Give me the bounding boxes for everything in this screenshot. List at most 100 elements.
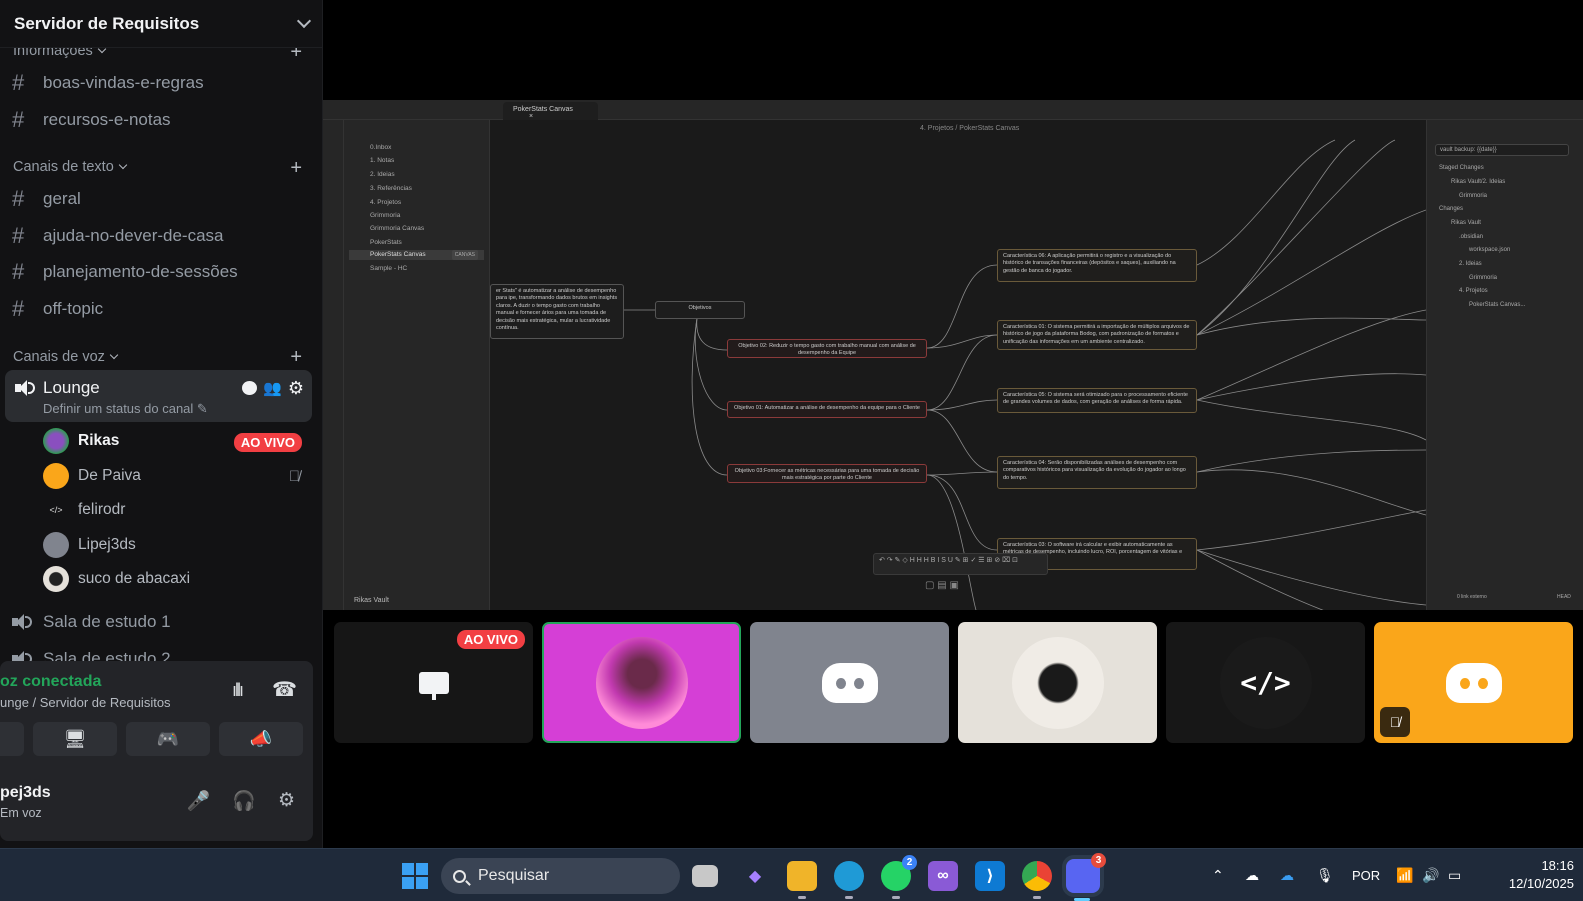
hash-icon: # [12,259,25,284]
voice-user[interactable]: suco de abacaxi [43,564,190,594]
voice-location: unge / Servidor de Requisitos [0,695,171,710]
voice-panel: oz conectada unge / Servidor de Requisit… [0,661,313,841]
discord-logo-icon [821,662,878,703]
avatar [595,636,688,729]
avatar [1011,636,1104,729]
discord-logo-icon [1445,662,1502,703]
category-text[interactable]: Canais de texto [13,159,128,175]
microphone-icon[interactable]: 🎙 [1316,849,1334,901]
add-channel-icon[interactable]: + [290,158,302,178]
channel-status[interactable]: Definir um status do canal ✎ [43,401,208,417]
chat-icon[interactable] [242,381,258,395]
invite-icon[interactable]: 👥 [263,379,282,397]
channel-boas-vindas[interactable]: # boas-vindas-e-regras [12,67,204,99]
canvas-node[interactable]: Objetivo 03:Fornecer as métricas necessá… [727,464,927,483]
canvas-node[interactable]: er Stats" é automatizar a análise de des… [490,284,624,339]
canvas-node[interactable]: Característica 05: O sistema será otimiz… [997,388,1197,413]
tile-lipej3ds[interactable] [750,622,949,743]
file-item-selected[interactable]: PokerStats Canvas CANVAS [349,250,484,260]
disconnect-icon[interactable]: ☎ [272,677,297,702]
canvas-view[interactable]: 4. Projetos / PokerStats Canvas er Stats… [490,120,1426,610]
commit-message-input[interactable]: vault backup: {{date}} [1435,144,1569,156]
tile-felirodr[interactable]: </> [1166,622,1365,743]
discord-icon[interactable]: 3 [1066,853,1106,901]
camera-button[interactable] [0,722,24,756]
activities-button[interactable]: 🎮 [126,722,210,756]
speaker-icon [15,379,35,397]
visual-studio-icon[interactable]: ∞ [928,861,958,891]
canvas-node[interactable]: Característica 04: Serão disponibilizada… [997,456,1197,489]
canvas-format-toolbar[interactable]: ↶ ↷ ✎ ◇ H H H B I S U ✎ ⊞ ✓ ☰ ⊞ ⊘ ⌧ ⊡ [873,553,1048,575]
copilot-icon[interactable]: ◆ [740,861,770,891]
voice-channel-lounge[interactable]: Lounge Definir um status do canal ✎ 👥 ⚙ [5,370,312,422]
battery-icon[interactable]: ▭ [1448,849,1461,901]
voice-user[interactable]: </> felirodr [43,495,125,525]
server-header[interactable]: Servidor de Requisitos [0,0,322,48]
soundboard-button[interactable]: 📣 [219,722,303,756]
voice-user[interactable]: Rikas [43,426,119,456]
file-item[interactable]: Grimmoria Canvas [370,225,424,232]
avatar [43,532,69,558]
screen-share-button[interactable]: 🖥 [33,722,117,756]
tile-rikas[interactable] [542,622,741,743]
channel-off-topic[interactable]: # off-topic [12,293,103,325]
tile-suco-de-abacaxi[interactable] [958,622,1157,743]
current-user-status: Em voz [0,806,42,820]
onedrive-icon[interactable]: ☁ [1245,849,1259,901]
channel-recursos[interactable]: # recursos-e-notas [12,104,171,136]
canvas-node[interactable]: Objetivos [655,301,745,319]
clock[interactable]: 18:16 12/10/2025 [1490,857,1574,893]
windows-start-icon[interactable] [402,863,428,889]
gear-icon[interactable]: ⚙ [288,379,304,397]
edge-icon[interactable] [834,861,864,899]
whatsapp-icon[interactable]: 2 [881,855,917,899]
current-username[interactable]: pej3ds [0,784,51,802]
file-explorer: 0.Inbox 1. Notas 2. Ideias 3. Referência… [344,120,490,610]
channel-geral[interactable]: # geral [12,183,81,215]
stream-view[interactable]: PokerStats Canvas × 0.Inbox 1. Notas 2. … [323,100,1583,610]
task-view-icon[interactable] [692,865,718,887]
voice-user[interactable]: Lipej3ds [43,530,136,560]
category-voice[interactable]: Canais de voz [13,349,119,365]
canvas-add-toolbar[interactable]: ▢ ▤ ▣ [925,580,959,591]
voice-user[interactable]: De Paiva [43,461,141,491]
chevron-down-icon [118,160,128,170]
hash-icon: # [12,107,25,132]
tab-pokerstats-canvas[interactable]: PokerStats Canvas × [503,102,598,120]
voice-activity-icon[interactable]: ıllı [232,680,244,701]
tray-chevron-icon[interactable]: ⌃ [1212,849,1224,901]
voice-connected-label[interactable]: oz conectada [0,673,101,691]
add-channel-icon[interactable]: + [290,347,302,367]
chrome-icon[interactable] [1022,861,1052,899]
file-explorer-icon[interactable] [787,861,817,899]
taskbar-search[interactable]: Pesquisar [441,858,680,894]
tile-de-paiva[interactable]: 🎙̸ [1374,622,1573,743]
onedrive-business-icon[interactable]: ☁ [1280,849,1294,901]
voice-channel-sala-1[interactable]: Sala de estudo 1 [12,606,171,638]
canvas-node[interactable]: Característica 06: A aplicação permitirá… [997,249,1197,282]
tile-stream[interactable]: AO VIVO [334,622,533,743]
gear-icon[interactable]: ⚙ [278,789,295,813]
vault-name[interactable]: Rikas Vault [354,597,389,604]
volume-icon[interactable]: 🔊 [1422,849,1439,901]
canvas-node[interactable]: Objetivo 02: Reduzir o tempo gasto com t… [727,339,927,358]
live-badge: AO VIVO [233,433,302,452]
microphone-icon[interactable]: 🎤 [187,789,211,813]
taskbar: Pesquisar ◆ 2 ∞ ⟩ 3 ⌃ ☁ ☁ 🎙 POR 📶 🔊 ▭ 18… [0,848,1583,901]
channel-planejamento[interactable]: # planejamento-de-sessões [12,256,238,288]
search-icon [453,869,466,883]
headphones-icon[interactable]: 🎧 [232,789,256,813]
code-avatar-icon: </> [43,497,69,523]
speaker-icon [12,613,32,631]
canvas-node[interactable]: Objetivo 01: Automatizar a análise de de… [727,401,927,418]
vscode-icon[interactable]: ⟩ [975,861,1005,891]
channel-ajuda[interactable]: # ajuda-no-dever-de-casa [12,220,224,252]
language-indicator[interactable]: POR [1352,849,1380,901]
obsidian-ribbon [323,120,344,610]
canvas-node[interactable]: Característica 01: O sistema permitirá a… [997,320,1197,350]
code-icon: </> [1219,636,1312,729]
monitor-icon [418,671,449,700]
server-name: Servidor de Requisitos [14,13,200,33]
avatar [43,463,69,489]
wifi-icon[interactable]: 📶 [1396,849,1413,901]
